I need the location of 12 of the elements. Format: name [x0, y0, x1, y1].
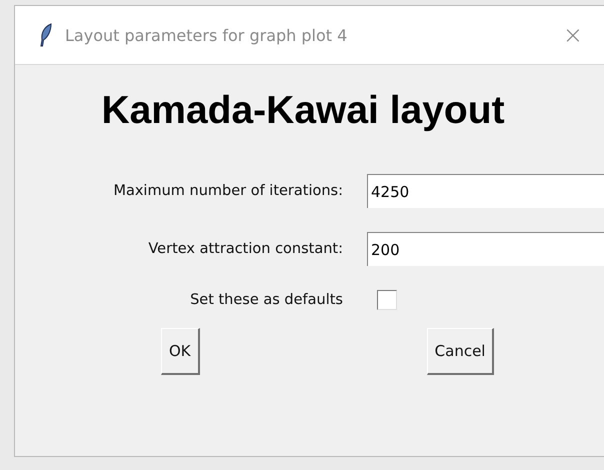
input-field[interactable]: 200 [367, 232, 604, 266]
feather-icon [39, 23, 53, 47]
dialog-heading: Kamada-Kawai layout [100, 88, 506, 134]
window-title: Layout parameters for graph plot 4 [65, 26, 348, 44]
checkbox[interactable] [377, 290, 397, 310]
close-button[interactable]: × [558, 21, 587, 49]
field-label: Vertex attraction constant: [148, 241, 343, 257]
input-field[interactable]: 4250 [367, 174, 604, 208]
ok-button[interactable]: OK [161, 328, 200, 375]
cancel-button[interactable]: Cancel [426, 328, 494, 375]
checkbox-label: Set these as defaults [190, 292, 343, 308]
field-label: Maximum number of iterations: [113, 183, 343, 199]
